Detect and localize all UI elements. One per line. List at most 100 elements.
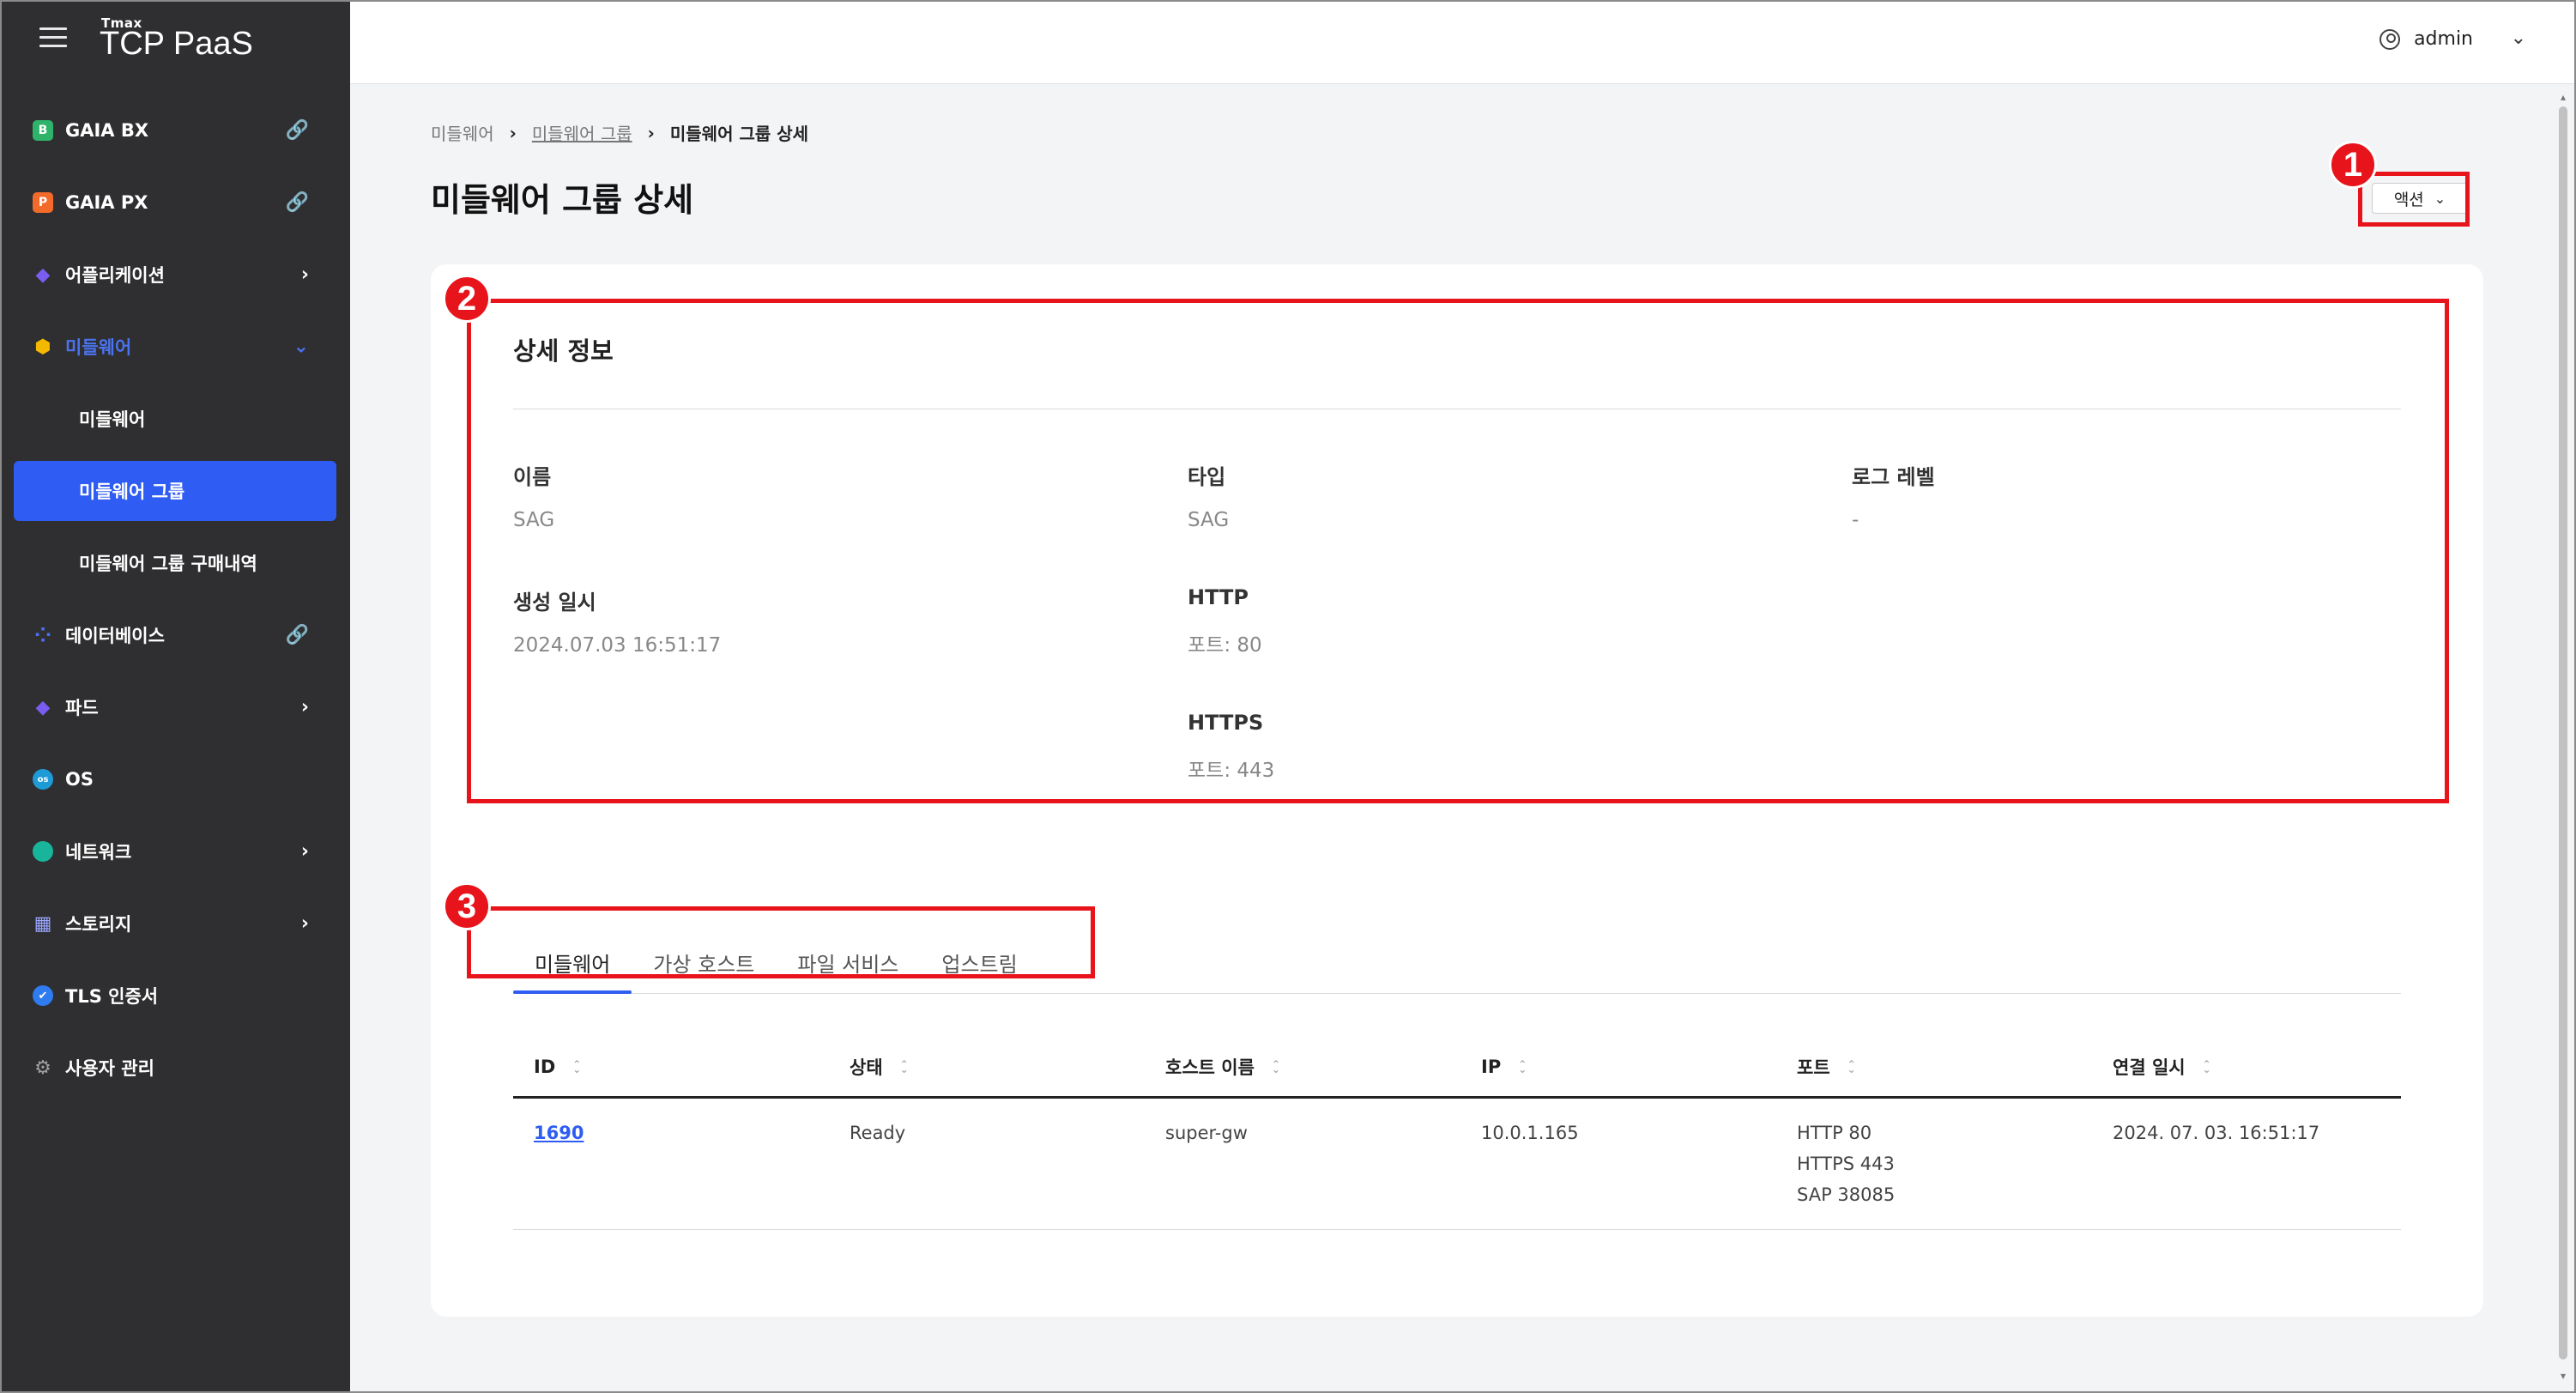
link-icon: 🔗 — [285, 191, 309, 214]
scroll-up-arrow-icon[interactable]: ▴ — [2557, 91, 2569, 103]
cell-ports: HTTP 80 HTTPS 443 SAP 38085 — [1776, 1117, 2092, 1210]
sidebar-item-label: GAIA PX — [65, 192, 148, 213]
sidebar-item-storage[interactable]: ▦ 스토리지 › — [0, 887, 350, 960]
sort-icon[interactable]: ⌃ ⌄ — [2203, 1059, 2211, 1075]
grid-icon: ⁘ — [33, 623, 52, 647]
column-header-id[interactable]: ID ⌃ ⌄ — [513, 1057, 829, 1077]
sidebar-item-gaia-px[interactable]: P GAIA PX 🔗 — [0, 167, 350, 239]
cell-connected: 2024. 07. 03. 16:51:17 — [2113, 1123, 2320, 1143]
cell-hostname: super-gw — [1165, 1123, 1248, 1143]
sidebar-item-tls[interactable]: ✔ TLS 인증서 — [0, 960, 350, 1032]
annotation-box-2 — [467, 299, 2449, 803]
sidebar-item-label: 미들웨어 — [65, 337, 132, 358]
sidebar-item-label: GAIA BX — [65, 120, 149, 141]
sidebar-item-label: 스토리지 — [65, 914, 132, 935]
annotation-box-1 — [2358, 172, 2470, 227]
breadcrumb-current: 미들웨어 그룹 상세 — [669, 124, 809, 144]
user-icon — [2379, 28, 2401, 50]
sidebar-item-label: 데이터베이스 — [65, 626, 165, 646]
column-header-ip[interactable]: IP ⌃ ⌄ — [1460, 1057, 1776, 1077]
link-icon: 🔗 — [285, 624, 309, 646]
pod-icon: ◆ — [35, 696, 51, 718]
breadcrumb-middleware[interactable]: 미들웨어 — [431, 120, 494, 145]
id-link[interactable]: 1690 — [534, 1123, 584, 1143]
header-label: 호스트 이름 — [1165, 1057, 1255, 1078]
annotation-marker-3: 3 — [443, 882, 491, 930]
sort-icon[interactable]: ⌃ ⌄ — [1272, 1059, 1280, 1075]
page-title: 미들웨어 그룹 상세 — [431, 181, 694, 219]
column-header-connected[interactable]: 연결 일시 ⌃ ⌄ — [2092, 1054, 2401, 1080]
certificate-icon: ✔ — [33, 985, 53, 1006]
sidebar-subitem-middleware-group-purchases[interactable]: 미들웨어 그룹 구매내역 — [0, 527, 350, 599]
chevron-right-icon: › — [300, 840, 309, 863]
scrollbar[interactable]: ▴ ▾ — [2555, 84, 2571, 1389]
sidebar-item-user-management[interactable]: ⚙ 사용자 관리 — [0, 1032, 350, 1104]
header-label: 포트 — [1797, 1057, 1830, 1078]
sidebar-item-label: OS — [65, 769, 94, 790]
os-icon: os — [33, 769, 53, 790]
cell-id: 1690 — [513, 1117, 829, 1210]
table-row: 1690 Ready super-gw 10.0.1.165 HTTP 80 H… — [513, 1099, 2401, 1230]
sidebar-item-network[interactable]: 네트워크 › — [0, 815, 350, 887]
gaia-px-icon: P — [33, 192, 53, 213]
cell-status: Ready — [850, 1123, 906, 1143]
sort-icon[interactable]: ⌃ ⌄ — [900, 1059, 909, 1075]
sidebar-item-application[interactable]: ◆ 어플리케이션 › — [0, 239, 350, 311]
column-header-hostname[interactable]: 호스트 이름 ⌃ ⌄ — [1145, 1054, 1460, 1080]
header-label: IP — [1481, 1056, 1502, 1077]
user-name: admin — [2414, 28, 2473, 50]
middleware-table: ID ⌃ ⌄ 상태 ⌃ ⌄ 호스트 이름 ⌃ ⌄ IP ⌃ ⌄ 포트 ⌃ ⌄ 연결 일시 ⌃ ⌄ 169… — [513, 1037, 2401, 1230]
chevron-right-icon: › — [300, 263, 309, 286]
sort-icon[interactable]: ⌃ ⌄ — [572, 1059, 581, 1075]
topbar: admin ⌄ — [350, 0, 2576, 84]
chevron-down-icon: ⌄ — [293, 336, 309, 358]
sort-icon[interactable]: ⌃ ⌄ — [1847, 1059, 1856, 1075]
sidebar-item-label: 사용자 관리 — [65, 1058, 154, 1079]
port-entry: HTTPS 443 — [1797, 1154, 1895, 1174]
chevron-down-icon[interactable]: ⌄ — [2511, 27, 2526, 49]
user-menu[interactable]: admin — [2379, 28, 2473, 50]
link-icon: 🔗 — [285, 119, 309, 142]
gaia-bx-icon: B — [33, 120, 53, 141]
sidebar-item-os[interactable]: os OS — [0, 743, 350, 815]
chevron-right-icon: › — [509, 122, 517, 143]
cell-ip: 10.0.1.165 — [1481, 1123, 1579, 1143]
chevron-right-icon: › — [647, 122, 655, 143]
port-entry: SAP 38085 — [1797, 1184, 1896, 1205]
sidebar-item-label: 네트워크 — [65, 842, 132, 863]
sidebar-item-pod[interactable]: ◆ 파드 › — [0, 671, 350, 743]
sidebar-subitem-middleware[interactable]: 미들웨어 — [0, 383, 350, 455]
gear-icon: ⚙ — [34, 1057, 51, 1079]
sidebar-nav: B GAIA BX 🔗 P GAIA PX 🔗 ◆ 어플리케이션 › ⬢ 미들웨… — [0, 94, 350, 1104]
middleware-icon: ⬢ — [34, 336, 51, 358]
column-header-status[interactable]: 상태 ⌃ ⌄ — [829, 1054, 1145, 1080]
chevron-right-icon: › — [300, 696, 309, 718]
sidebar-item-middleware[interactable]: ⬢ 미들웨어 ⌄ — [0, 311, 350, 383]
annotation-marker-1: 1 — [2329, 141, 2377, 189]
breadcrumb-middleware-group[interactable]: 미들웨어 그룹 — [532, 120, 632, 145]
sidebar-item-database[interactable]: ⁘ 데이터베이스 🔗 — [0, 599, 350, 671]
sidebar-item-gaia-bx[interactable]: B GAIA BX 🔗 — [0, 94, 350, 167]
sidebar: Tmax TCP PaaS B GAIA BX 🔗 P GAIA PX 🔗 ◆ … — [0, 0, 350, 1393]
chevron-right-icon: › — [300, 912, 309, 935]
annotation-marker-2: 2 — [443, 275, 491, 323]
cube-icon: ◆ — [35, 263, 51, 286]
sidebar-item-label: 어플리케이션 — [65, 265, 165, 286]
storage-icon: ▦ — [33, 912, 52, 935]
scroll-down-arrow-icon[interactable]: ▾ — [2557, 1370, 2569, 1382]
menu-icon[interactable] — [39, 27, 67, 48]
sort-icon[interactable]: ⌃ ⌄ — [1518, 1059, 1527, 1075]
header-label: 상태 — [850, 1057, 883, 1078]
brand-logo[interactable]: TCP PaaS — [100, 26, 253, 63]
globe-icon — [33, 841, 53, 862]
column-header-port[interactable]: 포트 ⌃ ⌄ — [1776, 1054, 2092, 1080]
sidebar-item-label: 파드 — [65, 698, 99, 718]
header-label: 연결 일시 — [2113, 1057, 2186, 1078]
sidebar-item-label: TLS 인증서 — [65, 986, 159, 1007]
table-header: ID ⌃ ⌄ 상태 ⌃ ⌄ 호스트 이름 ⌃ ⌄ IP ⌃ ⌄ 포트 ⌃ ⌄ 연결 일시 ⌃ ⌄ — [513, 1037, 2401, 1099]
port-entry: HTTP 80 — [1797, 1123, 1872, 1143]
header-label: ID — [534, 1056, 556, 1077]
annotation-box-3 — [467, 906, 1095, 978]
scroll-thumb[interactable] — [2559, 106, 2567, 1360]
sidebar-subitem-middleware-group[interactable]: 미들웨어 그룹 — [14, 461, 336, 521]
